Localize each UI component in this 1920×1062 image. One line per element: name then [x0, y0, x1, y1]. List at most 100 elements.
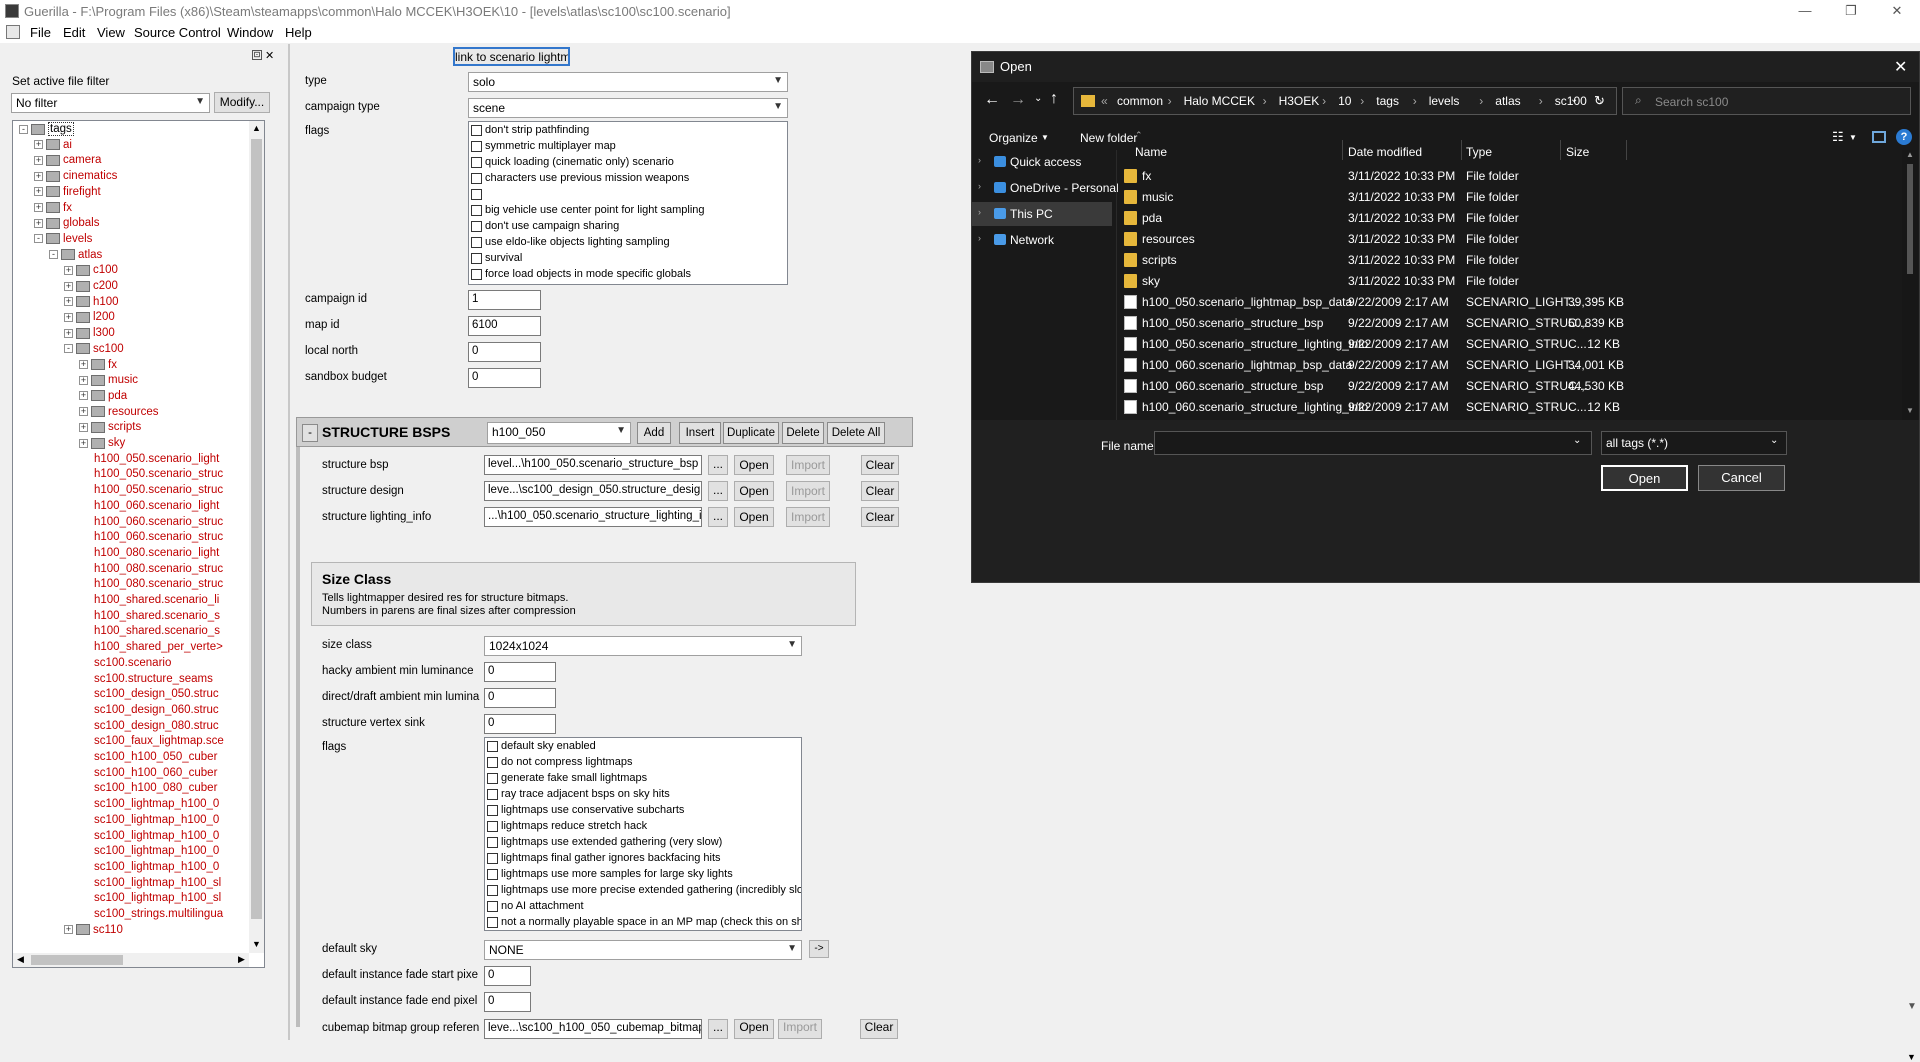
tree-node[interactable]: sc100_lightmap_h100_0 — [94, 843, 219, 859]
expand-icon[interactable]: + — [79, 407, 88, 417]
tree-node[interactable]: - atlas — [49, 247, 102, 263]
checkbox-icon[interactable] — [487, 804, 498, 816]
file-row[interactable]: h100_060.scenario_structure_bsp 9/22/2009… — [1120, 376, 1880, 397]
tree-node[interactable]: h100_050.scenario_light — [94, 451, 219, 467]
expand-icon[interactable]: + — [34, 187, 43, 197]
column-name[interactable]: Name — [1135, 145, 1167, 159]
file-row[interactable]: fx 3/11/2022 10:33 PM File folder — [1120, 166, 1880, 187]
scrollbar-thumb[interactable] — [1907, 164, 1913, 274]
tree-horizontal-scrollbar[interactable]: ◀ ▶ — [13, 953, 249, 967]
direct-draft-input[interactable]: 0 — [484, 688, 556, 708]
cubemap-open-button[interactable]: Open — [734, 1019, 774, 1039]
breadcrumb-chevron-icon[interactable]: › — [1322, 94, 1326, 108]
cubemap-browse-button[interactable]: ... — [708, 1019, 728, 1039]
expand-icon[interactable]: + — [79, 360, 88, 369]
nav-expand-icon[interactable]: › — [978, 207, 981, 217]
tree-node[interactable]: sc100.structure_seams — [94, 671, 213, 687]
flag-checkbox[interactable]: lightmaps use more precise extended gath… — [487, 882, 801, 898]
vertex-sink-input[interactable]: 0 — [484, 714, 556, 734]
clear-ref-button[interactable]: Clear — [861, 455, 899, 475]
file-filter-select[interactable]: No filter ▼ — [11, 93, 210, 113]
pane-float-icon[interactable]: ⊡ — [252, 50, 262, 60]
tree-node[interactable]: + h100 — [64, 294, 119, 310]
nav-expand-icon[interactable]: › — [978, 155, 981, 165]
breadcrumb-overflow-icon[interactable]: « — [1101, 94, 1108, 108]
tree-node[interactable]: sc100_design_050.struc — [94, 686, 219, 702]
tree-node[interactable]: sc100_design_060.struc — [94, 702, 219, 718]
tree-node[interactable]: - levels — [34, 231, 92, 247]
breadcrumb-item[interactable]: 10 — [1338, 94, 1351, 108]
menu-help[interactable]: Help — [285, 25, 312, 40]
tree-node[interactable]: + cinematics — [34, 168, 117, 184]
flag-checkbox[interactable]: don't strip pathfinding — [471, 122, 589, 138]
tree-node[interactable]: + c100 — [64, 262, 118, 278]
tree-node[interactable]: h100_shared.scenario_s — [94, 623, 220, 639]
flag-checkbox[interactable]: big vehicle use center point for light s… — [471, 202, 705, 218]
import-ref-button[interactable]: Import — [786, 455, 830, 475]
menu-file[interactable]: File — [30, 25, 51, 40]
column-divider[interactable] — [1342, 140, 1343, 160]
tree-node[interactable]: + pda — [79, 388, 127, 404]
breadcrumb-chevron-icon[interactable]: › — [1479, 94, 1483, 108]
tree-node[interactable]: h100_shared_per_verte> — [94, 639, 223, 655]
tree-node[interactable]: sc100_faux_lightmap.sce — [94, 733, 224, 749]
expand-icon[interactable]: + — [79, 438, 88, 448]
flag-checkbox[interactable]: default sky enabled — [487, 738, 596, 754]
flag-checkbox[interactable]: lightmaps use conservative subcharts — [487, 802, 684, 818]
scroll-left-icon[interactable]: ◀ — [17, 954, 24, 965]
restore-button[interactable]: ❐ — [1828, 0, 1874, 22]
column-divider[interactable] — [1626, 140, 1627, 160]
nav-item[interactable]: › Network — [972, 228, 1112, 252]
modify-filter-button[interactable]: Modify... — [214, 92, 270, 113]
tree-node[interactable]: h100_060.scenario_light — [94, 498, 219, 514]
tree-node[interactable]: sc100_strings.multilingua — [94, 906, 223, 922]
help-icon[interactable]: ? — [1896, 129, 1912, 145]
tree-node[interactable]: sc100_h100_060_cuber — [94, 765, 217, 781]
breadcrumb-item[interactable]: levels — [1429, 94, 1460, 108]
hscrollbar-thumb[interactable] — [31, 955, 123, 965]
scroll-down-icon[interactable]: ▼ — [252, 939, 261, 949]
import-ref-button[interactable]: Import — [786, 481, 830, 501]
checkbox-icon[interactable] — [487, 788, 498, 800]
bsp-ref-input[interactable]: leve...\sc100_design_050.structure_desig… — [484, 481, 702, 501]
tree-node[interactable]: h100_050.scenario_struc — [94, 466, 223, 482]
scroll-right-icon[interactable]: ▶ — [238, 954, 245, 965]
flag-checkbox[interactable]: survival — [471, 250, 522, 266]
pane-close-icon[interactable]: ✕ — [265, 49, 274, 62]
fade-start-input[interactable]: 0 — [484, 966, 531, 986]
local-north-input[interactable]: 0 — [468, 342, 541, 362]
tree-node[interactable]: + fx — [34, 200, 72, 216]
nav-item[interactable]: › Quick access — [972, 150, 1112, 174]
file-row[interactable]: music 3/11/2022 10:33 PM File folder — [1120, 187, 1880, 208]
open-button[interactable]: Open — [1601, 465, 1688, 491]
flag-checkbox[interactable]: generate fake small lightmaps — [487, 770, 647, 786]
flag-checkbox[interactable]: force load objects in mode specific glob… — [471, 266, 691, 282]
tree-node[interactable]: sc100_lightmap_h100_0 — [94, 796, 219, 812]
file-row[interactable]: h100_050.scenario_structure_lighting_inf… — [1120, 334, 1880, 355]
tree-node[interactable]: h100_shared.scenario_li — [94, 592, 219, 608]
nav-expand-icon[interactable]: › — [978, 181, 981, 191]
file-row[interactable]: h100_060.scenario_lightmap_bsp_data 9/22/… — [1120, 355, 1880, 376]
view-dropdown-icon[interactable]: ▼ — [1849, 133, 1857, 142]
file-row[interactable]: resources 3/11/2022 10:33 PM File folder — [1120, 229, 1880, 250]
search-input[interactable]: Search sc100 — [1655, 95, 1728, 109]
flag-checkbox[interactable]: lightmaps use more samples for large sky… — [487, 866, 733, 882]
flag-checkbox[interactable]: characters use previous mission weapons — [471, 170, 689, 186]
campaign-id-input[interactable]: 1 — [468, 290, 541, 310]
checkbox-icon[interactable] — [487, 836, 498, 848]
refresh-icon[interactable]: ↻ — [1594, 93, 1605, 109]
expand-icon[interactable]: + — [64, 265, 73, 275]
main-scroll-down-icon[interactable]: ▼ — [1907, 1001, 1917, 1012]
clear-ref-button[interactable]: Clear — [861, 507, 899, 527]
tree-node[interactable]: sc100_design_080.struc — [94, 718, 219, 734]
tree-node[interactable]: sc100_lightmap_h100_sl — [94, 875, 221, 891]
checkbox-icon[interactable] — [471, 204, 482, 216]
filename-input[interactable]: ⌄ — [1154, 431, 1592, 455]
flag-checkbox[interactable]: not a normally playable space in an MP m… — [487, 914, 801, 930]
collapse-bsps-button[interactable]: - — [302, 424, 318, 442]
browse-button[interactable]: ... — [708, 507, 728, 527]
up-arrow-icon[interactable]: ↑ — [1050, 90, 1058, 108]
open-ref-button[interactable]: Open — [734, 455, 774, 475]
flag-checkbox[interactable]: ray trace adjacent bsps on sky hits — [487, 786, 670, 802]
delete-all-blocks-button[interactable]: Delete All — [827, 422, 885, 444]
